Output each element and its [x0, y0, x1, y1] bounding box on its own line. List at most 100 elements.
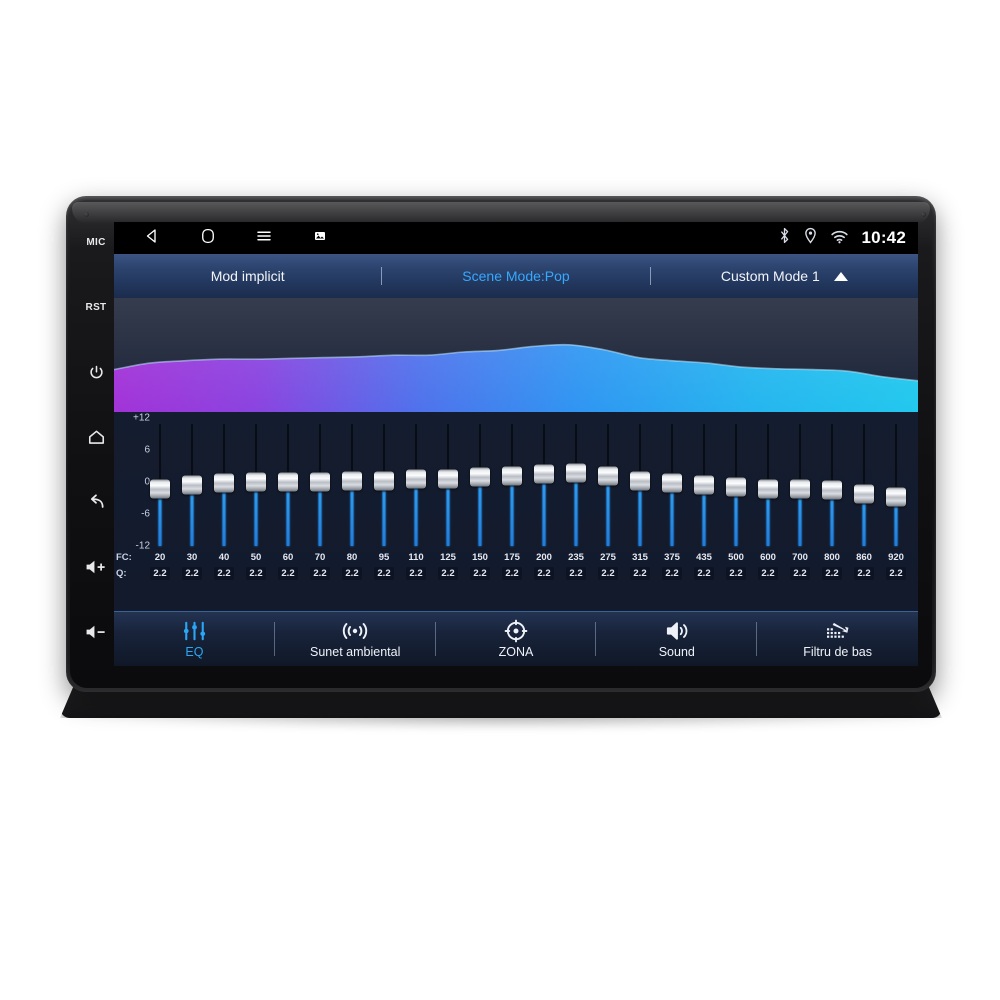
eq-band[interactable]: 70 2.2 [304, 412, 336, 612]
eq-band[interactable]: 20 2.2 [144, 412, 176, 612]
hardkey-power[interactable] [81, 360, 111, 384]
eq-band-slider[interactable] [368, 418, 400, 546]
slider-thumb[interactable] [150, 479, 170, 499]
eq-band-slider[interactable] [400, 418, 432, 546]
slider-thumb[interactable] [566, 463, 586, 483]
band-q-value[interactable]: 2.2 [726, 567, 746, 580]
eq-band[interactable]: 30 2.2 [176, 412, 208, 612]
slider-thumb[interactable] [630, 471, 650, 491]
caret-up-icon[interactable] [833, 271, 848, 281]
band-q-value[interactable]: 2.2 [534, 567, 554, 580]
eq-band-slider[interactable] [752, 418, 784, 546]
slider-thumb[interactable] [182, 475, 202, 495]
eq-band[interactable]: 700 2.2 [784, 412, 816, 612]
band-q-value[interactable]: 2.2 [214, 567, 234, 580]
eq-band[interactable]: 80 2.2 [336, 412, 368, 612]
eq-band[interactable]: 800 2.2 [816, 412, 848, 612]
eq-band[interactable]: 315 2.2 [624, 412, 656, 612]
band-q-value[interactable]: 2.2 [438, 567, 458, 580]
band-q-value[interactable]: 2.2 [406, 567, 426, 580]
eq-band[interactable]: 40 2.2 [208, 412, 240, 612]
slider-thumb[interactable] [438, 469, 458, 489]
eq-band[interactable]: 435 2.2 [688, 412, 720, 612]
eq-band[interactable]: 50 2.2 [240, 412, 272, 612]
eq-band-slider[interactable] [624, 418, 656, 546]
band-q-value[interactable]: 2.2 [758, 567, 778, 580]
nav-screenshot-button[interactable] [292, 222, 348, 254]
eq-band[interactable]: 150 2.2 [464, 412, 496, 612]
band-q-value[interactable]: 2.2 [278, 567, 298, 580]
slider-thumb[interactable] [790, 479, 810, 499]
band-q-value[interactable]: 2.2 [310, 567, 330, 580]
band-q-value[interactable]: 2.2 [598, 567, 618, 580]
eq-band-slider[interactable] [144, 418, 176, 546]
slider-thumb[interactable] [310, 472, 330, 492]
tab-surround[interactable]: Sunet ambiental [275, 612, 436, 666]
tab-sound[interactable]: Sound [596, 612, 758, 666]
slider-thumb[interactable] [886, 487, 906, 507]
slider-thumb[interactable] [694, 475, 714, 495]
band-q-value[interactable]: 2.2 [886, 567, 906, 580]
eq-band[interactable]: 375 2.2 [656, 412, 688, 612]
slider-thumb[interactable] [470, 467, 490, 487]
hardkey-volume-up[interactable] [81, 555, 111, 579]
eq-band-slider[interactable] [304, 418, 336, 546]
slider-thumb[interactable] [598, 466, 618, 486]
nav-menu-button[interactable] [236, 222, 292, 254]
eq-band-slider[interactable] [176, 418, 208, 546]
hardkey-back[interactable] [81, 490, 111, 514]
band-q-value[interactable]: 2.2 [182, 567, 202, 580]
band-q-value[interactable]: 2.2 [342, 567, 362, 580]
eq-band[interactable]: 600 2.2 [752, 412, 784, 612]
slider-thumb[interactable] [374, 471, 394, 491]
hardkey-volume-down[interactable] [81, 620, 111, 644]
slider-thumb[interactable] [758, 479, 778, 499]
eq-band-slider[interactable] [496, 418, 528, 546]
slider-thumb[interactable] [662, 473, 682, 493]
band-q-value[interactable]: 2.2 [790, 567, 810, 580]
band-q-value[interactable]: 2.2 [502, 567, 522, 580]
eq-band[interactable]: 275 2.2 [592, 412, 624, 612]
eq-band[interactable]: 500 2.2 [720, 412, 752, 612]
mode-default[interactable]: Mod implicit [114, 268, 381, 284]
eq-band[interactable]: 920 2.2 [880, 412, 912, 612]
eq-band[interactable]: 60 2.2 [272, 412, 304, 612]
eq-band[interactable]: 860 2.2 [848, 412, 880, 612]
band-q-value[interactable]: 2.2 [662, 567, 682, 580]
eq-band-slider[interactable] [816, 418, 848, 546]
slider-thumb[interactable] [502, 466, 522, 486]
band-q-value[interactable]: 2.2 [630, 567, 650, 580]
band-q-value[interactable]: 2.2 [374, 567, 394, 580]
eq-band-slider[interactable] [464, 418, 496, 546]
eq-band-slider[interactable] [560, 418, 592, 546]
slider-thumb[interactable] [534, 464, 554, 484]
nav-home-button[interactable] [180, 222, 236, 254]
slider-thumb[interactable] [278, 472, 298, 492]
tab-bass-filter[interactable]: Filtru de bas [757, 612, 918, 666]
band-q-value[interactable]: 2.2 [566, 567, 586, 580]
eq-band[interactable]: 235 2.2 [560, 412, 592, 612]
eq-band[interactable]: 125 2.2 [432, 412, 464, 612]
eq-band-slider[interactable] [720, 418, 752, 546]
band-q-value[interactable]: 2.2 [150, 567, 170, 580]
eq-band-slider[interactable] [848, 418, 880, 546]
eq-band-slider[interactable] [784, 418, 816, 546]
slider-thumb[interactable] [406, 469, 426, 489]
slider-thumb[interactable] [342, 471, 362, 491]
eq-band-slider[interactable] [208, 418, 240, 546]
eq-band[interactable]: 110 2.2 [400, 412, 432, 612]
eq-band-slider[interactable] [432, 418, 464, 546]
eq-band-slider[interactable] [592, 418, 624, 546]
slider-thumb[interactable] [822, 480, 842, 500]
slider-thumb[interactable] [214, 473, 234, 493]
mode-custom[interactable]: Custom Mode 1 [651, 268, 918, 284]
eq-band-slider[interactable] [656, 418, 688, 546]
eq-band-slider[interactable] [336, 418, 368, 546]
slider-thumb[interactable] [726, 477, 746, 497]
eq-band-slider[interactable] [240, 418, 272, 546]
eq-band[interactable]: 175 2.2 [496, 412, 528, 612]
tab-zone[interactable]: ZONA [436, 612, 597, 666]
eq-band[interactable]: 200 2.2 [528, 412, 560, 612]
band-q-value[interactable]: 2.2 [854, 567, 874, 580]
hardkey-home[interactable] [81, 425, 111, 449]
